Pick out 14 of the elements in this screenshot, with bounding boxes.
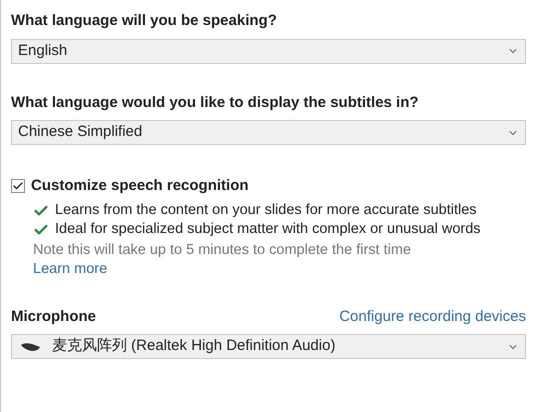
- dropdown[interactable]: Chinese Simplified: [11, 120, 526, 145]
- benefit-text: Learns from the content on your slides for more accurate subtitles: [55, 200, 478, 220]
- configure-devices-link[interactable]: Configure recording devices: [339, 306, 526, 328]
- benefit-text: Ideal for specialized subject matter with complex or unusual words: [55, 220, 482, 239]
- checkbox-label: Customize speech recognition: [31, 176, 249, 196]
- note-text: Note this will take up to 5 minutes to complete the first time: [33, 240, 412, 260]
- dropdown[interactable]: 麦克风阵列 (Realtek High Definition Audio): [11, 334, 526, 359]
- dropdown[interactable]: English: [11, 38, 526, 64]
- learn-more-link[interactable]: Learn more: [33, 261, 108, 277]
- question-label: What language would you like to display the subtitles in?: [11, 92, 420, 112]
- checkbox[interactable]: [11, 179, 25, 194]
- microphone-icon: [20, 340, 42, 352]
- question-label: What language will you be speaking?: [11, 11, 278, 31]
- microphone-label: Microphone: [11, 306, 96, 326]
